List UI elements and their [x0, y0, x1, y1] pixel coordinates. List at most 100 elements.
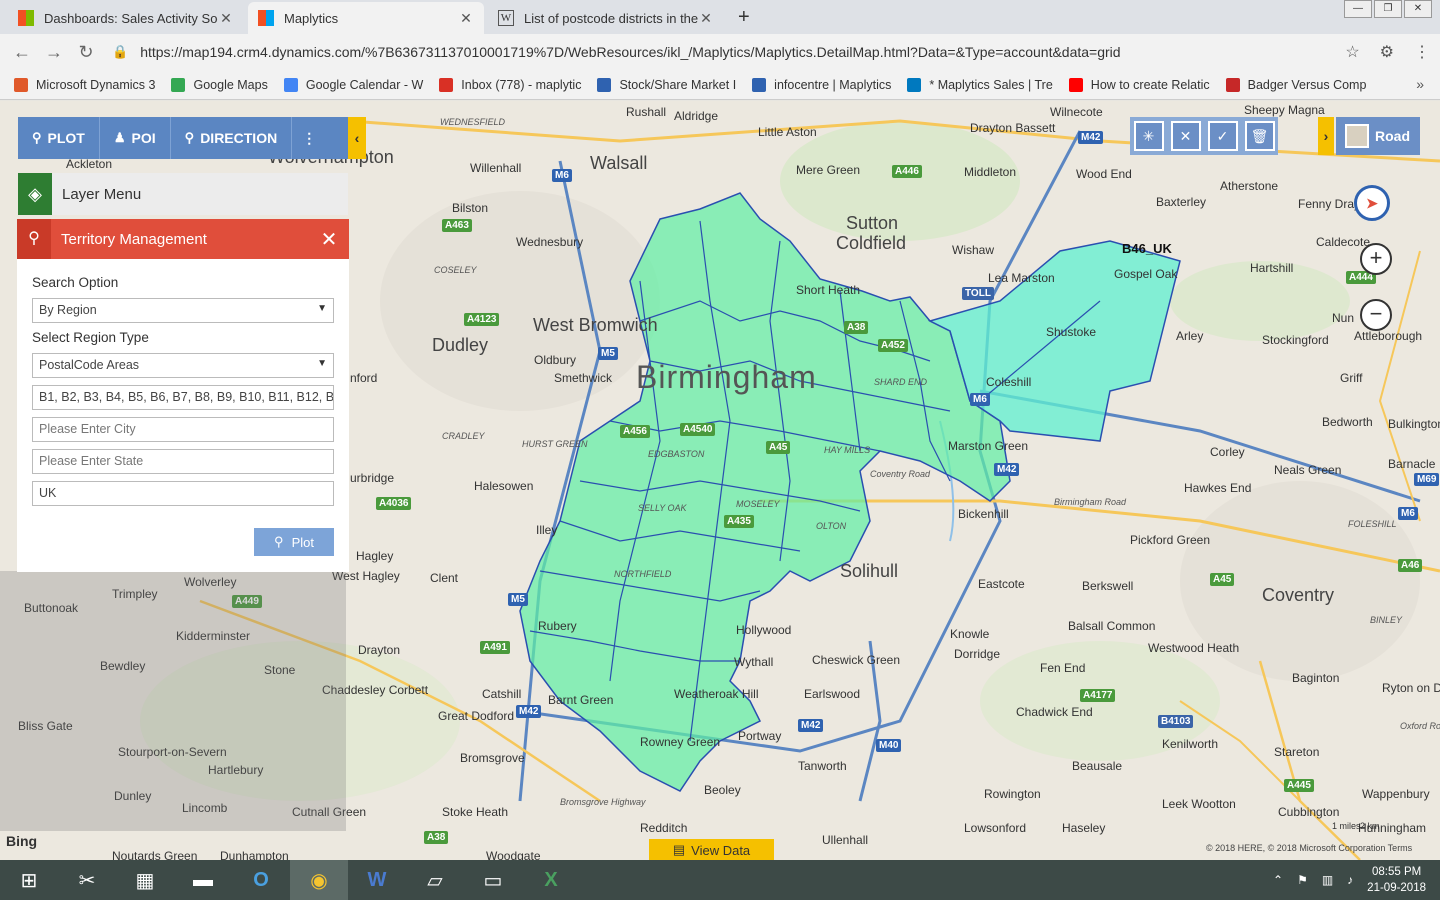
menu-icon[interactable]: ⋮ [1414, 42, 1430, 62]
place-label: Coleshill [986, 375, 1032, 389]
chrome-icon[interactable]: ◉ [290, 860, 348, 900]
place-label: Berkswell [1082, 579, 1134, 593]
bookmark-item[interactable]: infocentre | Maplytics [752, 77, 892, 92]
bookmark-item[interactable]: How to create Relatic [1068, 77, 1210, 92]
place-label: West Bromwich [533, 315, 658, 335]
place-label: Arley [1176, 329, 1204, 343]
place-label: Bickenhill [958, 507, 1009, 521]
close-panel-icon[interactable]: ✕ [309, 227, 349, 252]
bookmark-star-icon[interactable]: ☆ [1345, 42, 1359, 62]
place-label: Hartshill [1250, 261, 1294, 275]
place-label: Woodgate [486, 849, 541, 860]
plot-button[interactable]: ⚲ PLOT [18, 117, 100, 159]
bookmark-item[interactable]: * Maplytics Sales | Tre [907, 77, 1053, 92]
place-label: Wood End [1076, 167, 1132, 181]
notepad-icon[interactable]: ▱ [406, 860, 464, 900]
map-canvas[interactable]: WolverhamptonWalsallWillenhallSuttonCold… [0, 101, 1440, 860]
tab-maplytics[interactable]: Maplytics ✕ [248, 2, 484, 34]
plot-button-label: Plot [291, 534, 314, 550]
place-label: Redditch [640, 821, 688, 835]
back-icon[interactable]: ← [6, 42, 38, 63]
network-icon[interactable]: ▥ [1322, 873, 1333, 887]
bookmark-item[interactable]: Badger Versus Comp [1225, 77, 1366, 92]
tray-expand-icon[interactable]: ⌃ [1273, 873, 1283, 887]
collapse-panel-button[interactable]: ‹ [348, 117, 366, 159]
place-label: Beausale [1072, 759, 1123, 773]
plot-territory-button[interactable]: ⚲ Plot [254, 528, 334, 556]
zoom-in-button[interactable]: + [1360, 243, 1392, 275]
tab-dashboards[interactable]: Dashboards: Sales Activity Social ✕ [8, 2, 244, 34]
volume-icon[interactable]: ♪ [1347, 873, 1353, 887]
compass-icon[interactable]: ➤ [1354, 185, 1390, 221]
place-label: Portway [738, 729, 782, 743]
close-tab-icon[interactable]: ✕ [698, 10, 714, 27]
outlook-icon[interactable]: O [232, 860, 290, 900]
file-manager-icon[interactable]: ▭ [464, 860, 522, 900]
restore-icon[interactable]: ❐ [1374, 0, 1402, 18]
country-input[interactable]: UK [32, 481, 334, 506]
forward-icon[interactable]: → [38, 42, 70, 63]
route-icon: ⚲ [184, 130, 195, 145]
place-label: Wednesbury [516, 235, 584, 249]
map-toolbar: ⚲ PLOT ♟ POI ⚲ DIRECTION ⋮ [18, 117, 348, 159]
bookmark-item[interactable]: Google Calendar - W [283, 77, 423, 92]
place-label: Ryton on Dunsmore [1382, 681, 1440, 695]
region-type-select[interactable]: PostalCode Areas ▼ [32, 353, 334, 378]
bookmarks-more-icon[interactable]: » [1416, 76, 1424, 92]
file-explorer-icon[interactable]: ▬ [174, 860, 232, 900]
place-label: Coldfield [836, 233, 907, 253]
state-input[interactable]: Please Enter State [32, 449, 334, 474]
search-option-select[interactable]: By Region ▼ [32, 298, 334, 323]
word-icon[interactable]: W [348, 860, 406, 900]
maplytics-favicon-icon [258, 10, 274, 26]
poi-button[interactable]: ♟ POI [100, 117, 171, 159]
close-window-icon[interactable]: ✕ [1404, 0, 1432, 18]
calculator-icon[interactable]: ▦ [116, 860, 174, 900]
start-icon[interactable]: ⊞ [0, 860, 58, 900]
direction-button[interactable]: ⚲ DIRECTION [171, 117, 293, 159]
clock[interactable]: 08:55 PM 21-09-2018 [1367, 864, 1426, 896]
more-options-button[interactable]: ⋮ [292, 117, 326, 159]
view-data-button[interactable]: ▤ View Data [649, 839, 774, 860]
postcodes-input[interactable]: B1, B2, B3, B4, B5, B6, B7, B8, B9, B10,… [32, 385, 334, 410]
window-controls: — ❐ ✕ [1342, 0, 1432, 18]
close-tab-icon[interactable]: ✕ [218, 10, 234, 27]
bookmark-favicon-icon [171, 77, 186, 92]
confirm-selection-icon[interactable]: ✓ [1207, 121, 1238, 151]
road-badge: B4103 [1158, 715, 1194, 728]
tab-postcode-list[interactable]: W List of postcode districts in the U ✕ [488, 2, 724, 34]
tab-title: Dashboards: Sales Activity Social [44, 10, 218, 26]
bookmark-item[interactable]: Inbox (778) - maplytic [439, 77, 581, 92]
bookmark-favicon-icon [752, 77, 767, 92]
place-label: Eastcote [978, 577, 1025, 591]
map-style-button[interactable]: Road [1336, 117, 1420, 155]
layer-menu[interactable]: ◈ Layer Menu [18, 173, 348, 215]
territory-management-panel: ⚲ Territory Management ✕ Search Option B… [17, 219, 349, 572]
city-input[interactable]: Please Enter City [32, 417, 334, 442]
place-label: nford [350, 371, 378, 385]
delete-icon[interactable]: 🗑 [1244, 121, 1275, 151]
extension-icon[interactable]: ⚙ [1380, 42, 1394, 62]
reload-icon[interactable]: ↻ [70, 42, 102, 63]
bookmark-item[interactable]: Google Maps [171, 77, 268, 92]
new-tab-button[interactable]: + [738, 6, 750, 29]
flag-icon[interactable]: ⚑ [1297, 873, 1308, 887]
road-badge: A445 [1284, 779, 1314, 792]
snipping-tool-icon[interactable]: ✂ [58, 860, 116, 900]
expand-tools-button[interactable]: › [1318, 117, 1334, 155]
clear-selection-icon[interactable]: ✕ [1170, 121, 1201, 151]
zoom-out-button[interactable]: − [1360, 299, 1392, 331]
bookmark-item[interactable]: Microsoft Dynamics 3 [14, 77, 155, 92]
url-field[interactable]: 🔒 https://map194.crm4.dynamics.com/%7B63… [112, 38, 1362, 66]
place-label: Short Heath [796, 283, 861, 297]
place-label: Solihull [840, 561, 899, 581]
poi-label: POI [131, 130, 156, 146]
lock-icon: 🔒 [112, 44, 129, 59]
select-area-icon[interactable]: ✳ [1133, 121, 1164, 151]
excel-icon[interactable]: X [522, 860, 580, 900]
bookmark-item[interactable]: Stock/Share Market I [597, 77, 736, 92]
close-tab-icon[interactable]: ✕ [458, 10, 474, 27]
place-label: Wishaw [952, 243, 995, 257]
minimize-icon[interactable]: — [1344, 0, 1372, 18]
bookmark-label: infocentre | Maplytics [774, 77, 892, 92]
